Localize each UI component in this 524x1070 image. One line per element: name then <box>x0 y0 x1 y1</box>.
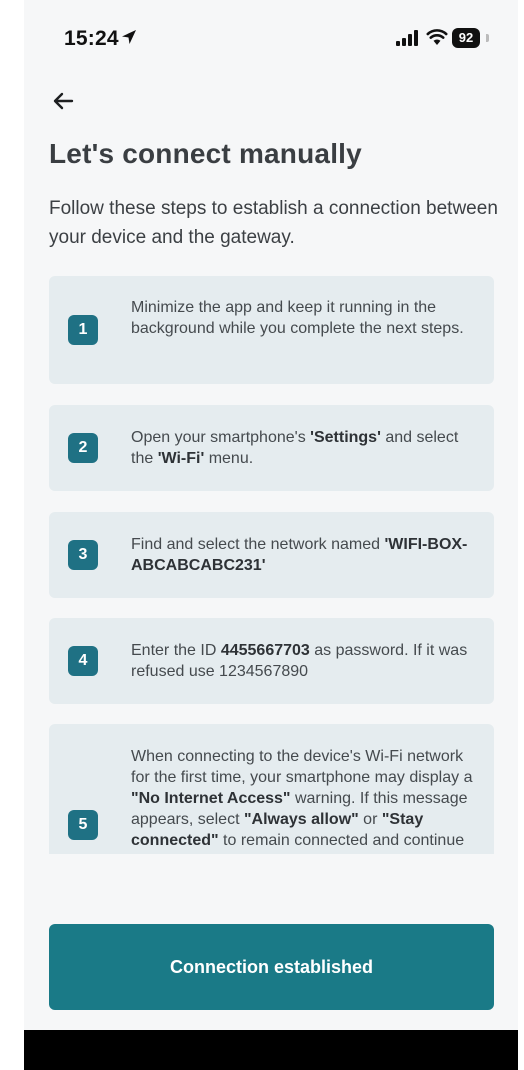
wifi-icon <box>426 29 448 45</box>
battery-cap <box>486 34 489 42</box>
step-run: or <box>358 811 382 828</box>
step-emphasis: "No Internet Access" <box>131 790 291 807</box>
connection-established-button[interactable]: Connection established <box>49 924 494 1010</box>
step-card-4: 4 Enter the ID 4455667703 as password. I… <box>49 618 494 704</box>
step-text: Enter the ID 4455667703 as password. If … <box>131 640 481 682</box>
step-card-5: 5 When connecting to the device's Wi-Fi … <box>49 724 494 854</box>
step-number-badge: 2 <box>68 433 98 463</box>
step-emphasis: "Always allow" <box>243 811 359 828</box>
status-time: 15:24 <box>64 27 119 50</box>
status-bar: 15:24 92 <box>24 0 518 70</box>
cellular-signal-icon <box>396 30 418 46</box>
page-title: Let's connect manually <box>49 138 362 169</box>
steps-list[interactable]: 1 Minimize the app and keep it running i… <box>49 276 494 854</box>
battery-icon: 92 <box>452 28 480 48</box>
bottom-black-bar <box>24 1030 518 1070</box>
step-run: menu. <box>204 450 254 467</box>
step-emphasis: 'Settings' <box>310 429 381 446</box>
arrow-left-icon[interactable] <box>48 86 78 116</box>
step-run: Enter the ID <box>131 642 221 659</box>
step-card-2: 2 Open your smartphone's 'Settings' and … <box>49 405 494 491</box>
phone-screen: 15:24 92 Let's connect manually Follow t… <box>24 0 518 1030</box>
step-emphasis: 'Wi-Fi' <box>157 450 205 467</box>
step-number-badge: 1 <box>68 315 98 345</box>
step-number-badge: 4 <box>68 646 98 676</box>
step-number-badge: 5 <box>68 810 98 840</box>
step-run: When connecting to the device's Wi-Fi ne… <box>131 748 473 786</box>
step-text: When connecting to the device's Wi-Fi ne… <box>131 746 481 854</box>
step-text: Open your smartphone's 'Settings' and se… <box>131 427 481 469</box>
step-card-3: 3 Find and select the network named 'WIF… <box>49 512 494 598</box>
step-text: Minimize the app and keep it running in … <box>131 297 481 339</box>
step-text: Find and select the network named 'WIFI-… <box>131 534 481 576</box>
location-arrow-icon <box>122 30 136 44</box>
step-run: Find and select the network named <box>131 536 385 553</box>
step-emphasis: 4455667703 <box>220 642 310 659</box>
step-number-badge: 3 <box>68 540 98 570</box>
step-card-1: 1 Minimize the app and keep it running i… <box>49 276 494 384</box>
step-run: Minimize the app and keep it running in … <box>131 299 464 337</box>
step-run: Open your smartphone's <box>131 429 311 446</box>
page-subtitle: Follow these steps to establish a connec… <box>49 198 498 248</box>
